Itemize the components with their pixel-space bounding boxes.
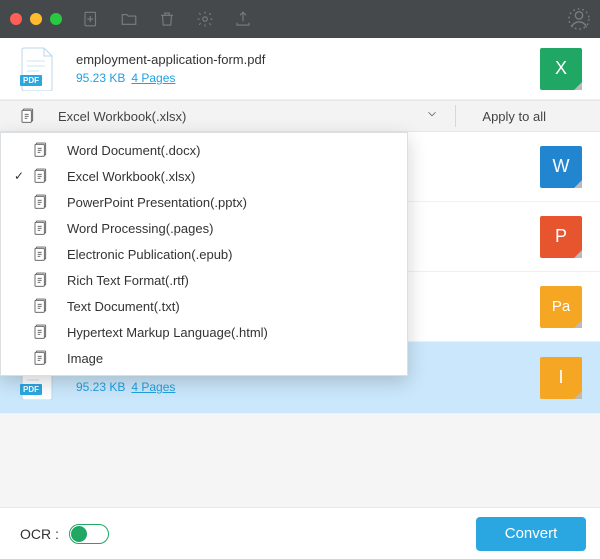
format-option[interactable]: Rich Text Format(.rtf) xyxy=(1,267,407,293)
format-option[interactable]: Hypertext Markup Language(.html) xyxy=(1,319,407,345)
target-format-pages[interactable]: Pa xyxy=(540,286,582,328)
file-name: employment-application-form.pdf xyxy=(76,52,540,67)
target-format-excel[interactable]: X xyxy=(540,48,582,90)
svg-text:PDF: PDF xyxy=(23,385,39,394)
format-dropdown: Word Document(.docx) ✓Excel Workbook(.xl… xyxy=(0,132,408,376)
separator xyxy=(455,105,456,127)
close-window-button[interactable] xyxy=(10,13,22,25)
svg-text:PDF: PDF xyxy=(23,76,39,85)
titlebar xyxy=(0,0,600,38)
format-option-label: PowerPoint Presentation(.pptx) xyxy=(67,195,247,210)
file-meta: employment-application-form.pdf 95.23 KB… xyxy=(76,52,540,85)
ocr-label: OCR : xyxy=(20,526,59,542)
support-icon[interactable] xyxy=(568,8,590,30)
format-option-label: Excel Workbook(.xlsx) xyxy=(67,169,195,184)
format-option-label: Word Processing(.pages) xyxy=(67,221,213,236)
file-list: PDF employment-application-form.pdf 95.2… xyxy=(0,38,600,507)
format-option-label: Electronic Publication(.epub) xyxy=(67,247,232,262)
target-format-word[interactable]: W xyxy=(540,146,582,188)
pdf-icon: PDF xyxy=(20,47,56,91)
format-option-label: Word Document(.docx) xyxy=(67,143,200,158)
format-option[interactable]: PowerPoint Presentation(.pptx) xyxy=(1,189,407,215)
file-pages-link[interactable]: 4 Pages xyxy=(131,380,175,394)
format-option-label: Rich Text Format(.rtf) xyxy=(67,273,189,288)
zoom-window-button[interactable] xyxy=(50,13,62,25)
chevron-down-icon[interactable] xyxy=(425,107,441,126)
settings-icon[interactable] xyxy=(196,10,214,28)
format-option[interactable]: Text Document(.txt) xyxy=(1,293,407,319)
convert-button[interactable]: Convert xyxy=(476,517,586,551)
toolbar xyxy=(82,10,568,28)
format-option[interactable]: Word Processing(.pages) xyxy=(1,215,407,241)
file-size: 95.23 KB xyxy=(76,71,125,85)
file-pages-link[interactable]: 4 Pages xyxy=(131,71,175,85)
target-format-powerpoint[interactable]: P xyxy=(540,216,582,258)
delete-icon[interactable] xyxy=(158,10,176,28)
file-item[interactable]: PDF employment-application-form.pdf 95.2… xyxy=(0,38,600,100)
ocr-toggle[interactable] xyxy=(69,524,109,544)
format-option-label: Hypertext Markup Language(.html) xyxy=(67,325,268,340)
format-option-label: Text Document(.txt) xyxy=(67,299,180,314)
document-icon xyxy=(20,107,38,125)
format-selector[interactable]: Excel Workbook(.xlsx) xyxy=(58,109,425,124)
target-format-image[interactable]: I xyxy=(540,357,582,399)
add-file-icon[interactable] xyxy=(82,10,100,28)
format-option-selected[interactable]: ✓Excel Workbook(.xlsx) xyxy=(1,163,407,189)
format-selector-bar: Excel Workbook(.xlsx) Apply to all xyxy=(0,100,600,132)
minimize-window-button[interactable] xyxy=(30,13,42,25)
format-option-label: Image xyxy=(67,351,103,366)
format-option[interactable]: Word Document(.docx) xyxy=(1,137,407,163)
footer: OCR : Convert xyxy=(0,507,600,559)
file-size: 95.23 KB xyxy=(76,380,125,394)
export-icon[interactable] xyxy=(234,10,252,28)
apply-to-all-button[interactable]: Apply to all xyxy=(482,109,546,124)
add-folder-icon[interactable] xyxy=(120,10,138,28)
window-controls xyxy=(10,13,62,25)
format-option[interactable]: Electronic Publication(.epub) xyxy=(1,241,407,267)
format-option[interactable]: Image xyxy=(1,345,407,371)
